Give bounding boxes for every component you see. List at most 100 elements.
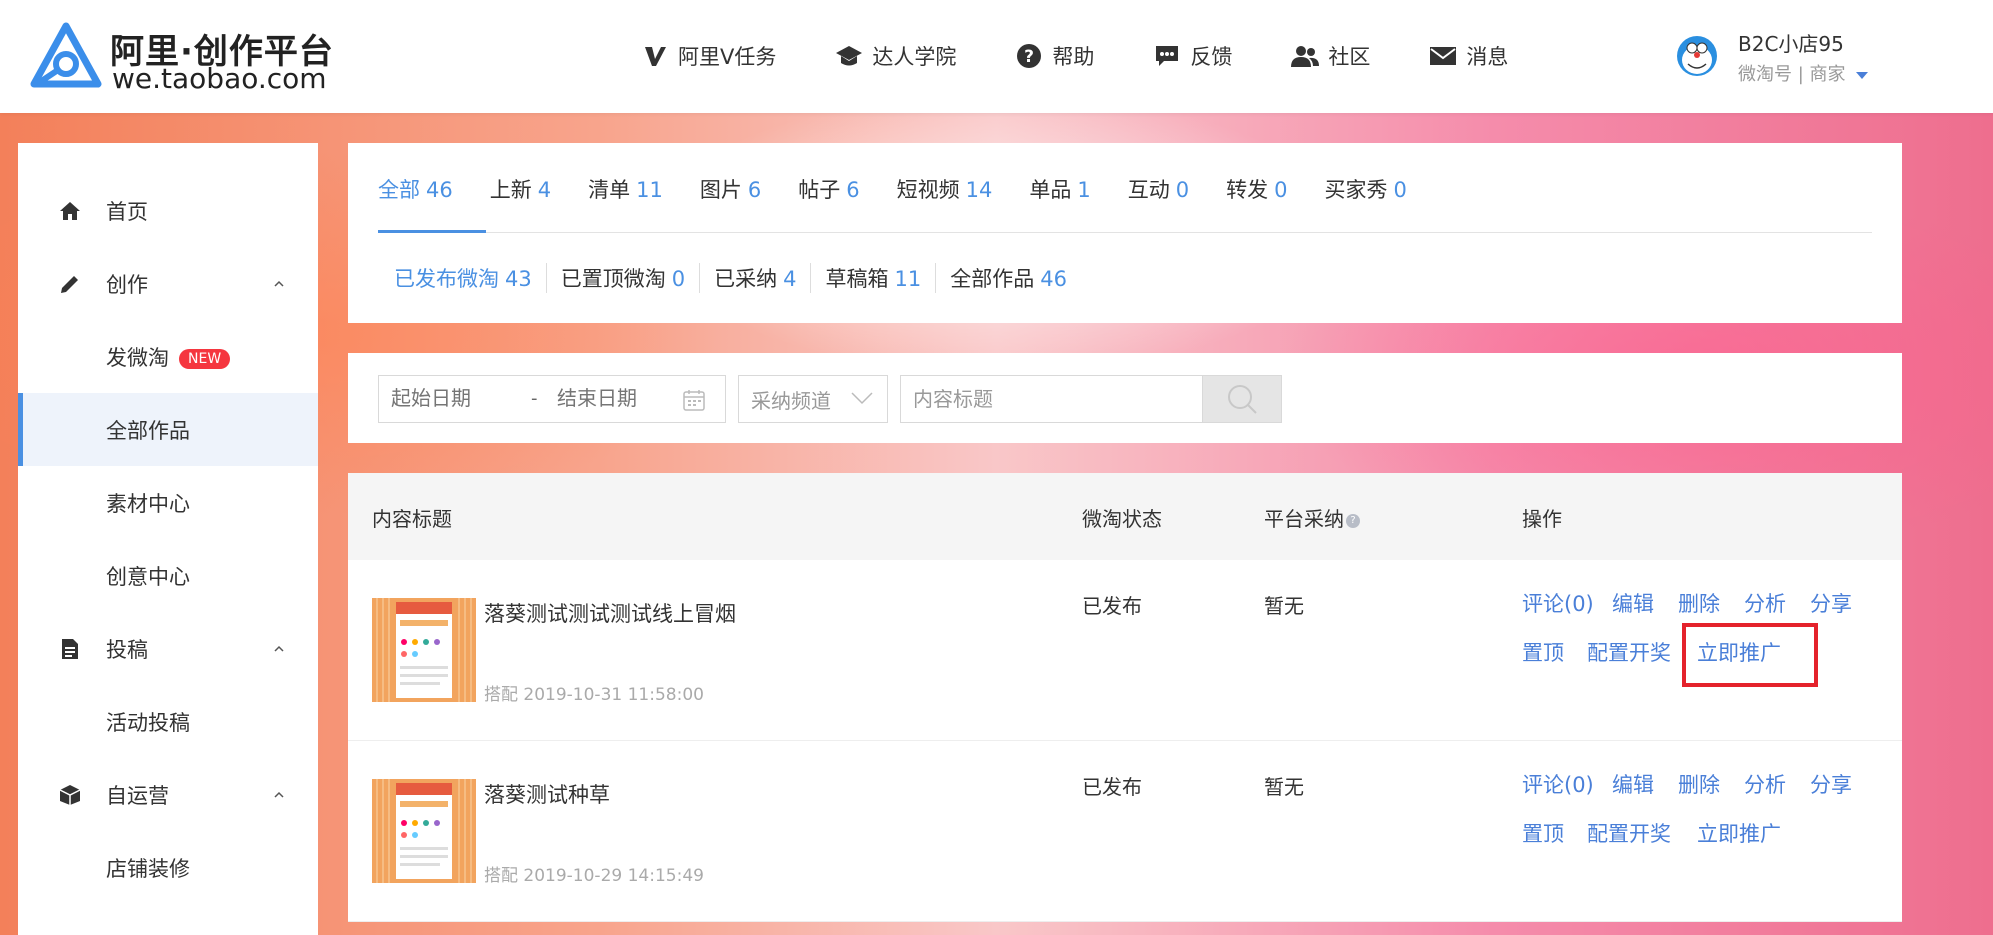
box-icon xyxy=(58,783,82,807)
content-title[interactable]: 落葵测试测试测试线上冒烟 xyxy=(484,598,736,628)
comment-link[interactable]: 评论(0) xyxy=(1522,588,1594,618)
nav-item-help[interactable]: ? 帮助 xyxy=(1014,36,1094,76)
content-thumbnail[interactable] xyxy=(372,598,476,702)
caret-down-icon[interactable] xyxy=(1855,71,1868,79)
title-search-input[interactable] xyxy=(900,375,1202,423)
pin-link[interactable]: 置顶 xyxy=(1522,637,1564,667)
configure-lottery-link[interactable]: 配置开奖 xyxy=(1587,818,1671,848)
share-link[interactable]: 分享 xyxy=(1810,769,1852,799)
nav-item-feedback[interactable]: 反馈 xyxy=(1152,36,1232,76)
table-row: 落葵测试测试测试线上冒烟 搭配 2019-10-31 11:58:00 已发布 … xyxy=(348,560,1902,741)
nav-label: 阿里V任务 xyxy=(678,45,777,69)
sidebar-item-submit[interactable]: 投稿 xyxy=(18,612,318,685)
sidebar-item-shop-decor[interactable]: 店铺装修 xyxy=(18,831,318,904)
configure-lottery-link[interactable]: 配置开奖 xyxy=(1587,637,1671,667)
subtab-pinned[interactable]: 已置顶微淘 0 xyxy=(547,263,701,293)
tab-post[interactable]: 帖子 6 xyxy=(798,146,859,234)
column-header-ops: 操作 xyxy=(1522,507,1562,531)
tab-short-video[interactable]: 短视频 14 xyxy=(897,146,993,234)
envelope-icon xyxy=(1428,41,1458,71)
tab-label: 清单 xyxy=(588,178,631,202)
subtab-count: 4 xyxy=(783,267,797,291)
subtab-count: 43 xyxy=(505,267,532,291)
chevron-up-icon[interactable] xyxy=(274,279,284,289)
content-title[interactable]: 落葵测试种草 xyxy=(484,779,610,809)
share-link[interactable]: 分享 xyxy=(1810,588,1852,618)
sidebar-item-self-operate[interactable]: 自运营 xyxy=(18,758,318,831)
column-header-status: 微淘状态 xyxy=(1082,507,1162,531)
tab-label: 买家秀 xyxy=(1324,178,1388,202)
pin-link[interactable]: 置顶 xyxy=(1522,818,1564,848)
tab-all[interactable]: 全部 46 xyxy=(378,146,453,234)
calendar-icon[interactable] xyxy=(682,388,706,412)
tab-image[interactable]: 图片 6 xyxy=(700,146,761,234)
pencil-icon xyxy=(58,272,82,296)
tab-label: 全部 xyxy=(378,178,420,202)
graduation-cap-icon xyxy=(834,41,864,71)
tab-new[interactable]: 上新 4 xyxy=(490,146,551,234)
sidebar-item-materials[interactable]: 素材中心 xyxy=(18,466,318,539)
channel-select[interactable]: 采纳频道 xyxy=(738,375,888,423)
analyze-link[interactable]: 分析 xyxy=(1744,588,1786,618)
start-date-input[interactable] xyxy=(391,386,521,410)
site-logo[interactable]: 阿里·创作平台 we.taobao.com xyxy=(30,22,333,95)
sidebar-item-create[interactable]: 创作 xyxy=(18,247,318,320)
tab-count: 6 xyxy=(846,178,860,202)
subtab-all-works[interactable]: 全部作品 46 xyxy=(936,263,1081,293)
tab-count: 1 xyxy=(1077,178,1091,202)
column-header-title: 内容标题 xyxy=(372,507,452,531)
table-header: 内容标题 微淘状态 平台采纳? 操作 xyxy=(348,473,1902,560)
edit-link[interactable]: 编辑 xyxy=(1612,588,1654,618)
subtab-label: 已置顶微淘 xyxy=(560,267,666,291)
sidebar: 首页 创作 发微淘 NEW 全部作品 素材中心 创意中心 投稿 活动投稿 自运营 … xyxy=(18,143,318,935)
sidebar-item-label: 投稿 xyxy=(106,637,148,662)
sidebar-item-home[interactable]: 首页 xyxy=(18,174,318,247)
search-button[interactable] xyxy=(1202,375,1282,423)
help-icon: ? xyxy=(1014,41,1044,71)
sidebar-item-creative[interactable]: 创意中心 xyxy=(18,539,318,612)
sidebar-item-post-weitao[interactable]: 发微淘 NEW xyxy=(18,320,318,393)
tab-count: 0 xyxy=(1274,178,1288,202)
comment-link[interactable]: 评论(0) xyxy=(1522,769,1594,799)
content-thumbnail[interactable] xyxy=(372,779,476,883)
tab-list[interactable]: 清单 11 xyxy=(588,146,663,234)
promote-now-link[interactable]: 立即推广 xyxy=(1697,818,1781,848)
delete-link[interactable]: 删除 xyxy=(1678,769,1720,799)
nav-label: 帮助 xyxy=(1052,45,1095,69)
sidebar-item-all-works[interactable]: 全部作品 xyxy=(18,393,318,466)
question-icon[interactable]: ? xyxy=(1346,513,1360,528)
highlight-annotation xyxy=(1682,623,1818,687)
subtab-label: 全部作品 xyxy=(950,267,1035,291)
nav-item-community[interactable]: 社区 xyxy=(1290,36,1370,76)
status-subtabs: 已发布微淘 43 已置顶微淘 0 已采纳 4 草稿箱 11 全部作品 46 xyxy=(378,262,1081,294)
subtab-adopted[interactable]: 已采纳 4 xyxy=(700,263,812,293)
end-date-input[interactable] xyxy=(557,386,675,410)
svg-text:?: ? xyxy=(1024,47,1034,67)
tab-buyer-show[interactable]: 买家秀 0 xyxy=(1324,146,1406,234)
analyze-link[interactable]: 分析 xyxy=(1744,769,1786,799)
platform-adopt: 暂无 xyxy=(1264,775,1304,799)
tab-single-item[interactable]: 单品 1 xyxy=(1029,146,1090,234)
nav-item-messages[interactable]: 消息 xyxy=(1428,36,1508,76)
subtab-published[interactable]: 已发布微淘 43 xyxy=(378,263,547,293)
user-menu[interactable]: B2C小店95 微淘号 | 商家 xyxy=(1672,26,1892,86)
nav-item-v-task[interactable]: 阿里V任务 xyxy=(640,36,776,76)
subtab-label: 已发布微淘 xyxy=(394,267,499,291)
subtab-count: 0 xyxy=(671,267,686,291)
delete-link[interactable]: 删除 xyxy=(1678,588,1720,618)
chevron-up-icon[interactable] xyxy=(274,644,284,654)
user-name: B2C小店95 xyxy=(1738,32,1844,56)
sidebar-item-label: 首页 xyxy=(106,199,148,224)
sidebar-item-label: 活动投稿 xyxy=(106,710,190,735)
sidebar-item-activity-submit[interactable]: 活动投稿 xyxy=(18,685,318,758)
logo-icon xyxy=(30,22,102,88)
chevron-up-icon[interactable] xyxy=(274,790,284,800)
top-nav: 阿里V任务 达人学院 ? 帮助 反馈 社区 消息 xyxy=(640,36,1566,76)
content-meta: 搭配 2019-10-31 11:58:00 xyxy=(484,685,704,705)
nav-item-academy[interactable]: 达人学院 xyxy=(834,36,956,76)
edit-link[interactable]: 编辑 xyxy=(1612,769,1654,799)
tab-repost[interactable]: 转发 0 xyxy=(1226,146,1287,234)
tab-interaction[interactable]: 互动 0 xyxy=(1128,146,1189,234)
sidebar-item-text: 发微淘 xyxy=(106,345,169,370)
subtab-drafts[interactable]: 草稿箱 11 xyxy=(811,263,937,293)
